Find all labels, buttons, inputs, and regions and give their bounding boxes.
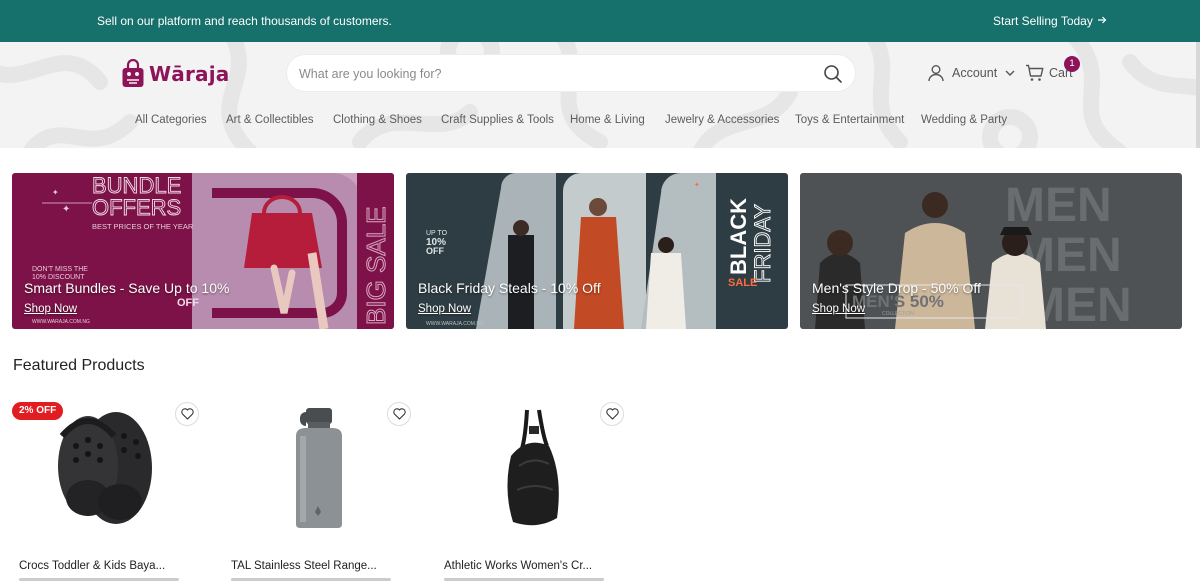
announcement-message: Sell on our platform and reach thousands… [97,14,392,28]
category-craft-supplies[interactable]: Craft Supplies & Tools [441,114,554,126]
art-box-sub: COLLECTION [882,311,914,317]
banner-title: Men's Style Drop - 50% Off [812,280,981,296]
art-friday: FRIDAY [750,204,775,283]
start-selling-link[interactable]: Start Selling Today [993,14,1107,28]
product-subtext [231,578,391,581]
scrollbar[interactable] [1196,42,1200,148]
search-input[interactable] [299,64,809,84]
shop-now-link[interactable]: Shop Now [418,303,471,315]
announcement-bar: Sell on our platform and reach thousands… [0,0,1200,42]
wishlist-heart-icon[interactable] [387,402,411,426]
category-toys-entertainment[interactable]: Toys & Entertainment [795,114,904,126]
svg-text:✦: ✦ [694,181,700,189]
banner-bundle-offers[interactable]: ✦ ✦ BUNDLE OFFERS BEST PRICES OF THE YEA… [12,173,394,329]
product-name[interactable]: Crocs Toddler & Kids Baya... [19,560,165,572]
category-clothing-shoes[interactable]: Clothing & Shoes [333,114,422,126]
banner-black-friday[interactable]: UP TO 10% OFF WWW.WARAJA.COM.NG BLACK FR… [406,173,788,329]
product-image-clogs [58,412,152,524]
art-offers: OFFERS [92,195,181,220]
cart-count-badge: 1 [1064,56,1080,72]
art-upto: UP TO [426,230,448,237]
banner-title: Smart Bundles - Save Up to 10% [24,280,230,296]
account-label: Account [952,66,998,80]
user-icon [928,65,944,82]
site-header: Wāraja Account Cart 1 All Categories Art… [0,42,1196,148]
art-sale: SALE [728,277,757,289]
product-subtext [444,578,604,581]
arrow-right-icon [1097,14,1107,28]
product-image-bottle [296,408,342,528]
product-name[interactable]: Athletic Works Women's Cr... [444,560,592,572]
shop-now-link[interactable]: Shop Now [24,303,77,315]
banner-mens-style[interactable]: MEN MEN MEN MEN'S 50% COLLECTION Men's S… [800,173,1182,329]
category-all[interactable]: All Categories [135,114,207,126]
art-tagline: BEST PRICES OF THE YEAR [92,222,194,231]
category-home-living[interactable]: Home & Living [570,114,645,126]
wishlist-heart-icon[interactable] [600,402,624,426]
wishlist-heart-icon[interactable] [175,402,199,426]
brand-logo[interactable]: Wāraja [121,57,229,91]
art-url-2: WWW.WARAJA.COM.NG [426,321,484,327]
art-black: BLACK [726,198,751,275]
shop-now-link[interactable]: Shop Now [812,303,865,315]
cart-icon [1026,64,1044,81]
chevron-down-icon [1005,70,1015,76]
brand-name: Wāraja [149,62,230,86]
product-card[interactable]: Athletic Works Women's Cr... [437,398,637,583]
product-name[interactable]: TAL Stainless Steel Range... [231,560,377,572]
category-art-collectibles[interactable]: Art & Collectibles [226,114,314,126]
featured-products-heading: Featured Products [13,357,145,374]
shopping-bag-logo-icon [122,59,144,87]
banner-title: Black Friday Steals - 10% Off [418,280,601,296]
art-url: WWW.WARAJA.COM.NG [32,319,90,325]
start-selling-label: Start Selling Today [993,14,1093,28]
svg-text:✦: ✦ [52,188,59,197]
product-subtext [19,578,179,581]
product-card[interactable]: TAL Stainless Steel Range... [224,398,424,583]
art-off-2: OFF [426,246,444,256]
product-card[interactable]: 2% OFF Crocs Toddler & Kids Baya... [12,398,212,583]
account-menu[interactable]: Account [927,64,1016,82]
category-nav: All Categories Art & Collectibles Clothi… [0,114,1196,130]
svg-text:✦: ✦ [62,204,70,215]
category-jewelry-accessories[interactable]: Jewelry & Accessories [665,114,779,126]
art-men-1: MEN [1005,179,1112,232]
product-image-sling-bag [507,409,559,526]
art-big-sale: BIG SALE [361,207,391,326]
search-icon[interactable] [823,64,843,84]
art-note: DON'T MISS THE [32,266,88,273]
search-bar [286,54,856,92]
art-off: OFF [177,297,199,309]
cart-button[interactable]: Cart 1 [1025,56,1080,82]
category-wedding-party[interactable]: Wedding & Party [921,114,1007,126]
